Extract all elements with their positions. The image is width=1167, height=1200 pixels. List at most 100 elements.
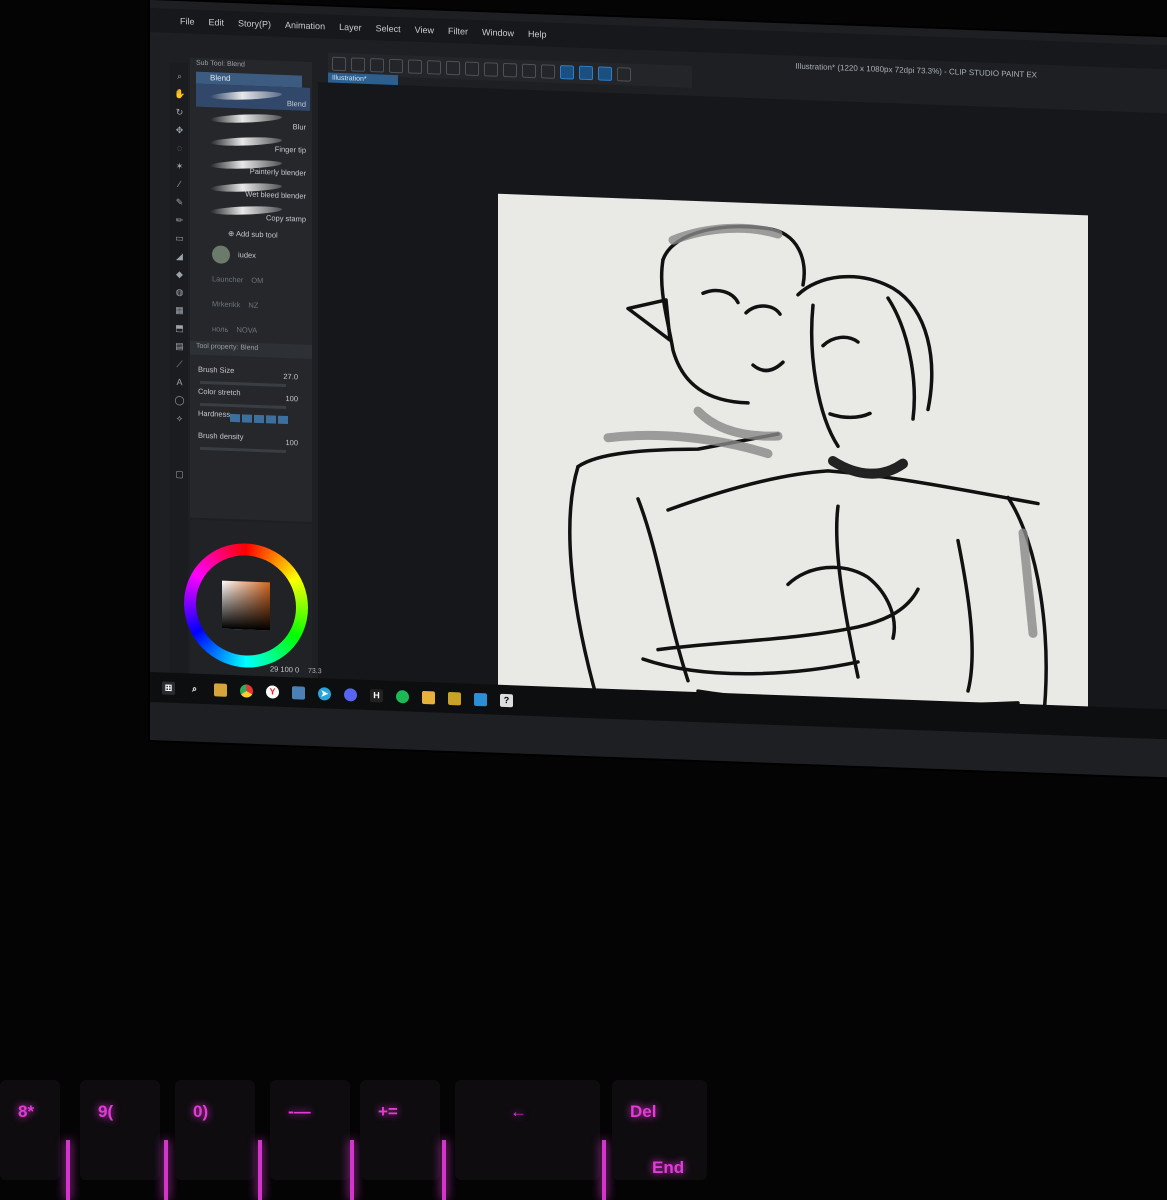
key-label: 8* [18,1102,35,1121]
key-glow [258,1140,262,1200]
blend-icon[interactable]: ◍ [174,287,185,298]
brush-density-row[interactable]: Brush density 100 [190,430,312,456]
menu-view[interactable]: View [415,25,434,36]
correct-line-icon[interactable]: ⟡ [174,413,185,424]
key-label: ← [510,1102,527,1121]
sidebar-row-label: iudex [238,250,256,260]
toolbar-icon[interactable] [465,61,479,77]
figure-icon[interactable]: ⬒ [174,323,185,334]
pen-icon[interactable]: ✎ [174,197,185,208]
fill-icon[interactable]: ◆ [174,269,185,280]
wand-icon[interactable]: ✶ [174,161,185,172]
toolbar-icon[interactable] [541,64,555,79]
toolbar-icon[interactable] [579,65,593,81]
canvas-area [318,82,1167,726]
brush-density-value[interactable]: 100 [285,438,298,447]
menu-edit[interactable]: Edit [209,17,225,28]
menu-select[interactable]: Select [376,23,401,34]
brush-icon[interactable]: ◢ [174,251,185,262]
toolbar-icon[interactable] [370,58,384,73]
telegram-icon[interactable]: ➤ [318,686,331,701]
window-title: Illustration* (1220 x 1080px 72dpi 73.3%… [795,61,1037,80]
gradient-icon[interactable]: ▦ [174,305,185,316]
menu-story[interactable]: Story(P) [238,18,271,29]
text-icon[interactable]: A [174,377,185,388]
brush-preview-stroke [209,90,283,101]
brush-size-slider[interactable] [200,380,286,387]
discord-icon[interactable] [344,687,357,702]
brush-item-label: Finger tip [274,144,306,155]
balloon-icon[interactable]: ◯ [174,395,185,406]
search-icon[interactable]: ⌕ [188,682,201,695]
hand-icon[interactable]: ✋ [174,89,185,100]
key-equals: += [360,1080,440,1180]
toolbar-icon[interactable] [560,65,574,80]
app-icon[interactable] [474,692,487,706]
menu-layer[interactable]: Layer [339,22,362,33]
redo-icon[interactable] [427,60,441,75]
toolbar-icon[interactable] [617,67,631,82]
app-icon[interactable] [448,691,461,705]
color-stretch-value[interactable]: 100 [285,394,298,403]
move-icon[interactable]: ✥ [174,125,185,136]
key-label: += [378,1102,398,1121]
key-glow [602,1140,606,1200]
color-wheel-panel: 29 100 0 [184,519,312,680]
menu-bar: File Edit Story(P) Animation Layer Selec… [150,8,1167,70]
toolbar-icon[interactable] [351,57,365,72]
brush-item-label: Painterly blender [249,166,306,178]
key-glow [66,1140,70,1200]
windows-icon[interactable]: ⊞ [162,680,175,695]
menu-filter[interactable]: Filter [448,26,468,37]
color-wheel[interactable] [184,541,308,670]
h-icon[interactable]: H [370,688,383,703]
zoom-readout[interactable]: 73.3 [308,668,322,675]
key-0: 0) [175,1080,255,1180]
key-backspace: ← [455,1080,600,1180]
brush-size-value[interactable]: 27.0 [283,372,298,382]
menu-animation[interactable]: Animation [285,20,325,31]
chrome-icon[interactable] [240,683,253,698]
key-del: Del End [612,1080,707,1180]
hardness-selector[interactable] [230,413,288,425]
main-color-icon[interactable]: ▢ [174,469,185,480]
brush-item-copy-stamp[interactable]: Copy stamp [196,199,310,226]
brush-density-slider[interactable] [200,446,286,453]
clip-studio-icon[interactable]: ? [500,693,513,707]
undo-icon[interactable] [408,59,422,74]
pencil-icon[interactable]: ✏ [174,215,185,226]
photos-icon[interactable] [292,685,305,700]
eyedropper-icon[interactable]: ⁄ [174,179,185,190]
app-icon[interactable] [422,690,435,704]
screen: File Edit Story(P) Animation Layer Selec… [150,0,1167,778]
menu-window[interactable]: Window [482,27,514,38]
toolbar-icon[interactable] [389,58,403,74]
color-stretch-slider[interactable] [200,402,286,409]
toolbar-icon[interactable] [598,66,612,81]
brush-item-label: Wet bleed blender [245,189,306,201]
frame-icon[interactable]: ▤ [174,341,185,352]
yandex-icon[interactable]: Y [266,684,279,699]
toolbar-icon[interactable] [484,62,498,77]
toolbar-icon[interactable] [332,56,346,72]
key-label: Del [630,1102,657,1121]
folder-icon[interactable] [214,682,227,697]
key-label: 0) [193,1102,209,1121]
rotate-icon[interactable]: ↻ [174,107,185,118]
toolbar-icon[interactable] [446,60,460,76]
key-glow [442,1140,446,1200]
spotify-icon[interactable] [396,689,409,703]
toolbar-icon[interactable] [522,63,536,79]
lasso-icon[interactable]: ◌ [174,143,185,154]
saturation-value-square[interactable] [222,580,270,631]
menu-help[interactable]: Help [528,29,547,40]
zoom-icon[interactable]: ⌕ [174,71,185,82]
color-stretch-label: Color stretch [198,386,241,398]
toolbar-icon[interactable] [503,62,517,78]
ruler-icon[interactable]: ⟋ [174,359,185,370]
sidebar-row-tag: OM [251,275,264,286]
drawing-canvas[interactable] [498,193,1088,726]
eraser-icon[interactable]: ▭ [174,233,185,244]
sidebar-row-label: Mrkerikk [212,299,241,310]
menu-file[interactable]: File [180,16,195,27]
